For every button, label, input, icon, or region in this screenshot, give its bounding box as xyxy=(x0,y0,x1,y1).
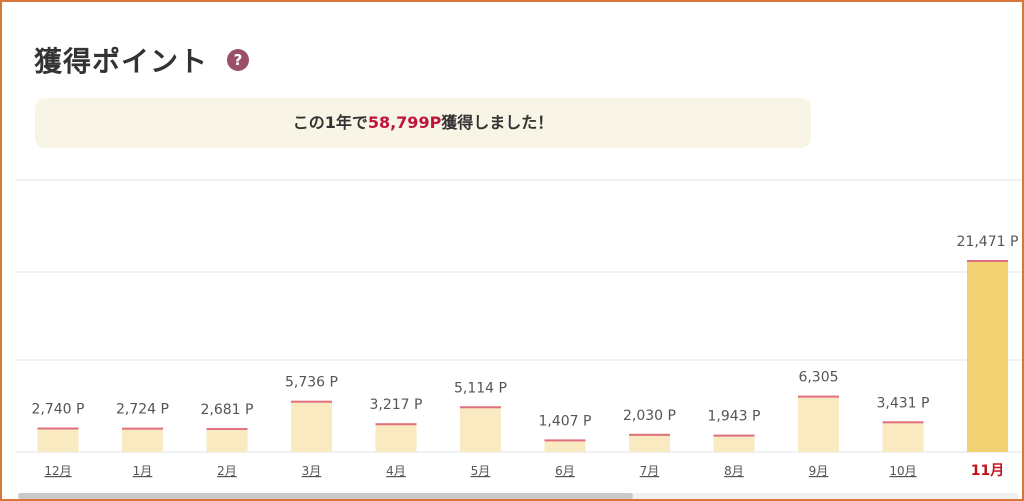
month-label[interactable]: 6月 xyxy=(555,464,575,478)
bar-cap xyxy=(629,433,670,436)
month-label[interactable]: 7月 xyxy=(640,464,660,478)
bar-value-label: 2,030 P xyxy=(623,408,676,424)
bar-value-label: 2,724 P xyxy=(116,402,169,418)
bar-cap xyxy=(37,427,79,430)
month-label[interactable]: 10月 xyxy=(889,464,916,478)
bar-value-label: 5,736 P xyxy=(285,375,338,391)
bar-value-label: 1,943 P xyxy=(708,409,761,425)
bar-cap xyxy=(206,428,248,431)
bar-cap xyxy=(460,406,501,409)
bar-value-label: 5,114 P xyxy=(454,380,507,396)
month-label[interactable]: 2月 xyxy=(217,464,237,478)
month-label[interactable]: 12月 xyxy=(44,464,71,478)
bar-9月 xyxy=(798,395,839,452)
month-label[interactable]: 5月 xyxy=(471,464,491,478)
bar-cap xyxy=(291,400,332,403)
bar-2月 xyxy=(206,428,248,452)
bar-value-label: 6,305 xyxy=(798,370,838,386)
month-label[interactable]: 9月 xyxy=(809,464,829,478)
bar-3月 xyxy=(291,400,332,452)
bar-11月 xyxy=(967,260,1008,452)
points-bar-chart: 2,740 P 12月 2,724 P 1月 2,681 P 2月 5,736 P 3月 3,2… xyxy=(16,179,1022,479)
bar-4月 xyxy=(375,423,417,452)
bar-1月 xyxy=(122,427,163,452)
bar-cap xyxy=(713,434,755,437)
bar-cap xyxy=(122,427,163,430)
month-label: 11月 xyxy=(971,463,1004,479)
bar-cap xyxy=(544,439,586,442)
bar-cap xyxy=(375,423,417,426)
bar-10月 xyxy=(882,421,924,452)
bar-7月 xyxy=(629,433,670,452)
bar-value-label: 2,740 P xyxy=(32,401,85,417)
points-panel: 獲得ポイント ? この1年で58,799P獲得しました！ 2,740 P 12月 2… xyxy=(0,0,1024,501)
bar-cap xyxy=(882,421,924,424)
scrollbar-thumb[interactable] xyxy=(18,493,633,499)
month-label[interactable]: 8月 xyxy=(724,464,744,478)
bar-value-label: 21,471 P xyxy=(957,234,1019,250)
month-label[interactable]: 4月 xyxy=(386,464,406,478)
month-label[interactable]: 3月 xyxy=(302,464,322,478)
bar-value-label: 3,217 P xyxy=(370,397,423,413)
bar-value-label: 2,681 P xyxy=(201,402,254,418)
bar-8月 xyxy=(713,434,755,452)
bar-value-label: 1,407 P xyxy=(539,413,592,429)
bar-5月 xyxy=(460,406,501,452)
month-label[interactable]: 1月 xyxy=(133,464,153,478)
bar-value-label: 3,431 P xyxy=(877,395,930,411)
bar-12月 xyxy=(37,427,79,452)
bar-cap xyxy=(967,260,1008,262)
bar-cap xyxy=(798,395,839,398)
